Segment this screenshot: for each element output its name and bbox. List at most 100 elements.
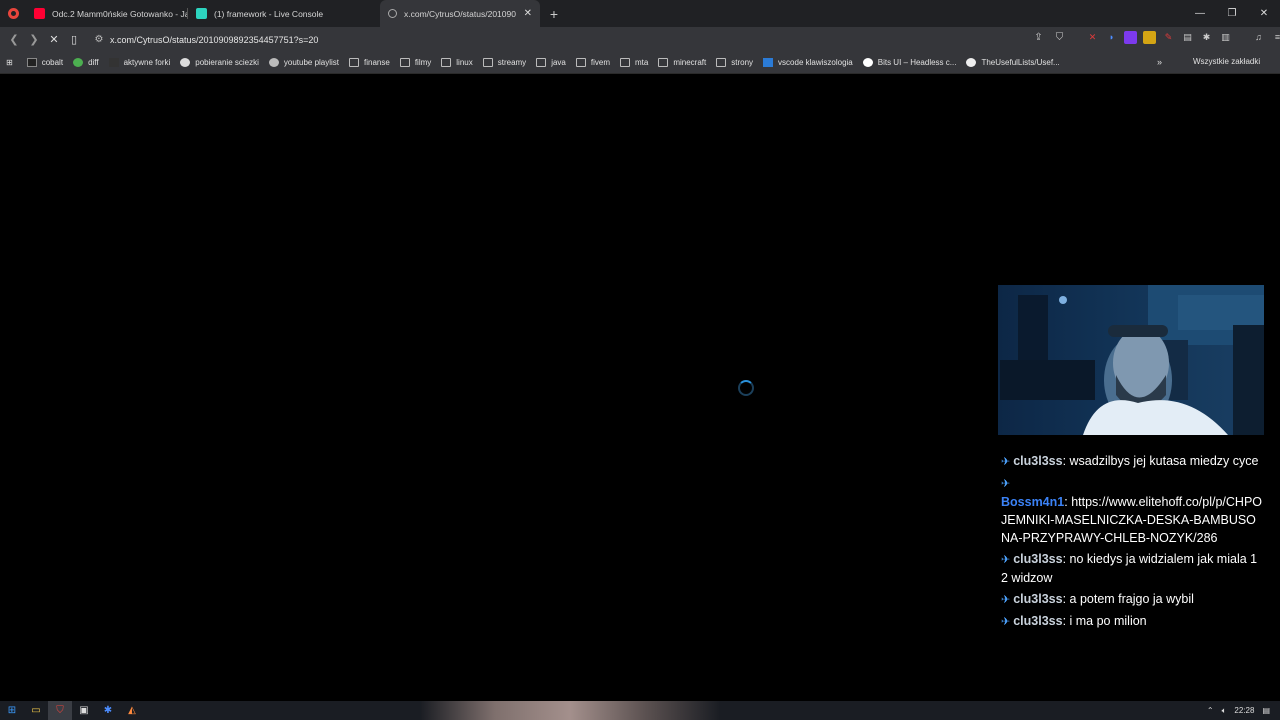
new-tab-button[interactable]: +: [540, 6, 568, 22]
chat-text: wsadzilbys jej kutasa miedzy cyce: [1069, 454, 1259, 468]
page-icon: [108, 58, 119, 67]
chat-text: a potem frajgo ja wybil: [1069, 592, 1194, 606]
tray-chevron-icon[interactable]: ⌃: [1207, 706, 1214, 715]
close-window-icon[interactable]: ✕: [1248, 8, 1280, 19]
volume-icon[interactable]: 🔈︎: [1222, 706, 1227, 716]
kick-icon: [196, 8, 207, 19]
folder-icon: [658, 58, 669, 67]
folder-icon: [399, 58, 410, 67]
close-tab-icon[interactable]: ✕: [524, 8, 532, 19]
forward-icon[interactable]: ❯: [24, 33, 44, 46]
tab-strip: Odc.2 Mamm0ńskie Gotowanko - Ja (1) fram…: [0, 0, 1280, 27]
folder-icon: [536, 58, 547, 67]
tab-x-status[interactable]: x.com/CytrusO/status/20109098 ✕: [380, 0, 540, 27]
browser-taskbar-icon[interactable]: ⛉: [48, 701, 72, 720]
address-bar[interactable]: ⚙ x.com/CytrusO/status/20109098923544577…: [88, 29, 1080, 50]
notification-icon[interactable]: ▤: [1262, 706, 1270, 715]
bookmark-folder[interactable]: finanse: [349, 58, 390, 67]
webcam-image: [998, 285, 1264, 435]
shield-icon[interactable]: ⛉: [1053, 31, 1066, 44]
all-bookmarks-folder[interactable]: Wszystkie zakładki: [1188, 57, 1260, 66]
chat-message: ✈ clu3l3ss: a potem frajgo ja wybil: [1001, 592, 1194, 606]
extension-purple-icon[interactable]: [1124, 31, 1137, 44]
extension-box-icon[interactable]: ▤: [1181, 31, 1194, 44]
stop-icon[interactable]: ✕: [44, 33, 64, 46]
folder-icon: [620, 58, 630, 67]
pin-icon: ✈: [1001, 616, 1011, 628]
pin-icon: ✈: [1001, 554, 1011, 566]
bookmark-folder[interactable]: mta: [620, 58, 648, 67]
youtube-icon: [34, 8, 45, 19]
pin-icon: ✈: [1001, 478, 1011, 490]
media-icon[interactable]: ♫: [1252, 31, 1265, 44]
bookmark-item[interactable]: diff: [73, 58, 99, 67]
sidebar-icon[interactable]: ▥: [1219, 31, 1232, 44]
bookmark-icon[interactable]: ▯: [64, 33, 84, 46]
tab-youtube[interactable]: Odc.2 Mamm0ńskie Gotowanko - Ja: [26, 0, 188, 27]
address-url[interactable]: x.com/CytrusO/status/2010909892354457751…: [110, 35, 318, 45]
chat-message: ✈ clu3l3ss: i ma po milion: [1001, 614, 1147, 628]
site-info-icon[interactable]: ⚙: [88, 34, 110, 45]
app-icon[interactable]: ◭: [120, 701, 144, 720]
file-explorer-icon[interactable]: ▭: [24, 701, 48, 720]
bookmark-item[interactable]: youtube playlist: [268, 58, 339, 67]
chat-text: i ma po milion: [1069, 614, 1147, 628]
browser-logo-icon[interactable]: [0, 0, 26, 27]
chat-message: ✈ clu3l3ss: no kiedys ja widzialem jak mi…: [1001, 552, 1258, 585]
bookmark-item[interactable]: Bits UI – Headless c...: [862, 58, 956, 67]
restore-icon[interactable]: ❐: [1216, 8, 1248, 19]
github-icon: [966, 58, 977, 67]
stream-chat: ✈ clu3l3ss: wsadzilbys jej kutasa miedzy …: [1001, 452, 1263, 634]
bookmark-folder[interactable]: filmy: [399, 58, 431, 67]
menu-icon[interactable]: ≡: [1271, 31, 1280, 44]
round-icon: [862, 58, 873, 67]
apps-icon[interactable]: ⊞: [6, 58, 13, 67]
bookmark-item[interactable]: aktywne forki: [108, 58, 170, 67]
bookmarks-bar: ⊞ cobalt diff aktywne forki pobieranie s…: [0, 52, 1280, 74]
clock[interactable]: 22:28: [1234, 706, 1254, 715]
chat-username: clu3l3ss: [1013, 614, 1063, 628]
bookmark-item[interactable]: TheUsefulLists/Usef...: [966, 58, 1060, 67]
minimize-icon[interactable]: —: [1184, 8, 1216, 19]
chat-message: ✈ clu3l3ss: wsadzilbys jej kutasa miedzy …: [1001, 454, 1259, 468]
extension-blue-icon[interactable]: ◗: [1105, 31, 1118, 44]
diff-icon: [73, 58, 84, 67]
extension-yellow-icon[interactable]: [1143, 31, 1156, 44]
folder-icon: [482, 58, 493, 67]
bookmark-folder[interactable]: java: [536, 58, 566, 67]
chat-username: clu3l3ss: [1013, 592, 1063, 606]
vscode-icon: [763, 58, 774, 67]
extensions-icon[interactable]: ✱: [1200, 31, 1213, 44]
folder-icon: [349, 58, 360, 67]
share-icon[interactable]: ⇪: [1032, 31, 1045, 44]
bookmark-folder[interactable]: minecraft: [658, 58, 706, 67]
folder-icon: [441, 58, 452, 67]
extension-red-icon[interactable]: ✕: [1086, 31, 1099, 44]
back-icon[interactable]: ❮: [4, 33, 24, 46]
bookmark-item[interactable]: cobalt: [26, 58, 63, 67]
pin-icon: ✈: [1001, 594, 1011, 606]
round-icon: [180, 58, 191, 67]
bookmark-folder[interactable]: streamy: [482, 58, 526, 67]
browser-toolbar: ❮ ❯ ✕ ▯ ⚙ x.com/CytrusO/status/201090989…: [0, 27, 1280, 52]
chat-username: clu3l3ss: [1013, 552, 1063, 566]
pin-icon: ✈: [1001, 456, 1011, 468]
webcam-overlay: [998, 285, 1264, 435]
bookmark-folder[interactable]: strony: [716, 58, 753, 67]
terminal-icon[interactable]: ▣: [72, 701, 96, 720]
bookmark-folder[interactable]: linux: [441, 58, 473, 67]
folder-icon: [716, 58, 727, 67]
bookmark-item[interactable]: vscode klawiszologia: [763, 58, 853, 67]
bookmark-item[interactable]: pobieranie sciezki: [180, 58, 259, 67]
taskbar: ⊞ ▭ ⛉ ▣ ✱ ◭ ⌃ 🔈︎ 22:28 ▤: [0, 701, 1280, 720]
loading-spinner: [738, 380, 754, 396]
more-bookmarks-icon[interactable]: »: [1157, 57, 1162, 67]
globe-icon: [268, 58, 279, 67]
bookmark-folder[interactable]: fivem: [575, 58, 610, 67]
start-icon[interactable]: ⊞: [0, 701, 24, 720]
cobalt-icon: [26, 58, 37, 67]
chat-username: clu3l3ss: [1013, 454, 1063, 468]
extension-pen-icon[interactable]: ✎: [1162, 31, 1175, 44]
tab-live-console[interactable]: (1) framework - Live Console: [188, 0, 352, 27]
vscode-taskbar-icon[interactable]: ✱: [96, 701, 120, 720]
